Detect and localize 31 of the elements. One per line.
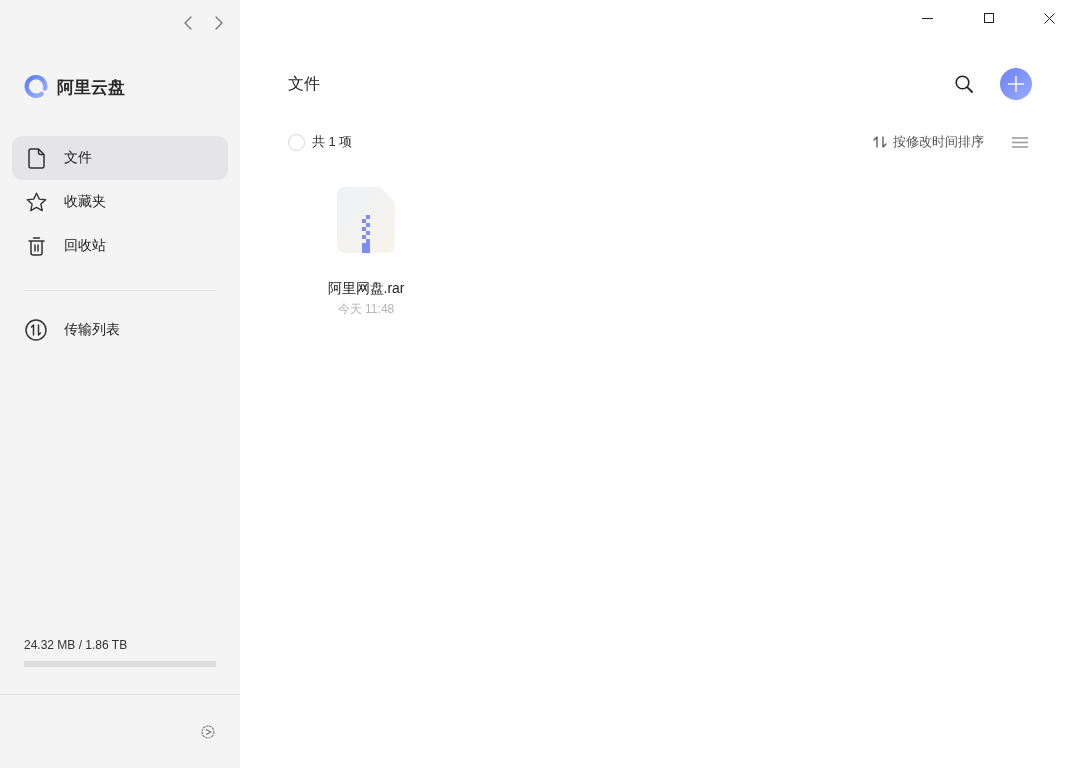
view-toggle-button[interactable] [1012, 136, 1028, 148]
sort-arrows-icon [873, 136, 887, 148]
icon-button[interactable] [201, 724, 215, 739]
chevron-circle-icon [201, 724, 215, 739]
app-name: 阿里云盘 [57, 76, 125, 99]
file-item[interactable]: 阿里网盘.rar 今天 11:48 [288, 187, 444, 321]
file-date: 今天 11:48 [337, 301, 395, 317]
sidebar-item[interactable]: 收藏夹 [12, 180, 228, 224]
close-icon [1044, 12, 1055, 24]
trash-icon [27, 236, 45, 256]
item-count: 共 1 项 [312, 133, 353, 151]
file-name: 阿里网盘.rar [327, 279, 405, 298]
minimize-icon [922, 17, 933, 19]
sidebar-item[interactable]: 传输列表 [12, 308, 228, 352]
archive-file-icon [337, 187, 395, 253]
page-title: 文件 [288, 73, 320, 94]
logo-icon [24, 75, 48, 99]
storage-usage: 24.32 MB / 1.86 TB [24, 637, 129, 653]
sidebar-item[interactable]: 回收站 [12, 224, 228, 268]
transfer-icon [25, 319, 47, 341]
search-icon [955, 75, 973, 93]
list-icon [1012, 136, 1028, 148]
plus-icon [1008, 76, 1024, 92]
star-icon [25, 192, 47, 212]
chevron-right-icon [215, 16, 223, 30]
chevron-left-icon [184, 16, 192, 30]
add-button[interactable] [1000, 68, 1032, 100]
sort-button[interactable]: 按修改时间排序 [873, 133, 984, 151]
sidebar-item[interactable]: 文件 [12, 136, 228, 180]
maximize-icon [983, 13, 994, 23]
file-icon [27, 147, 45, 169]
